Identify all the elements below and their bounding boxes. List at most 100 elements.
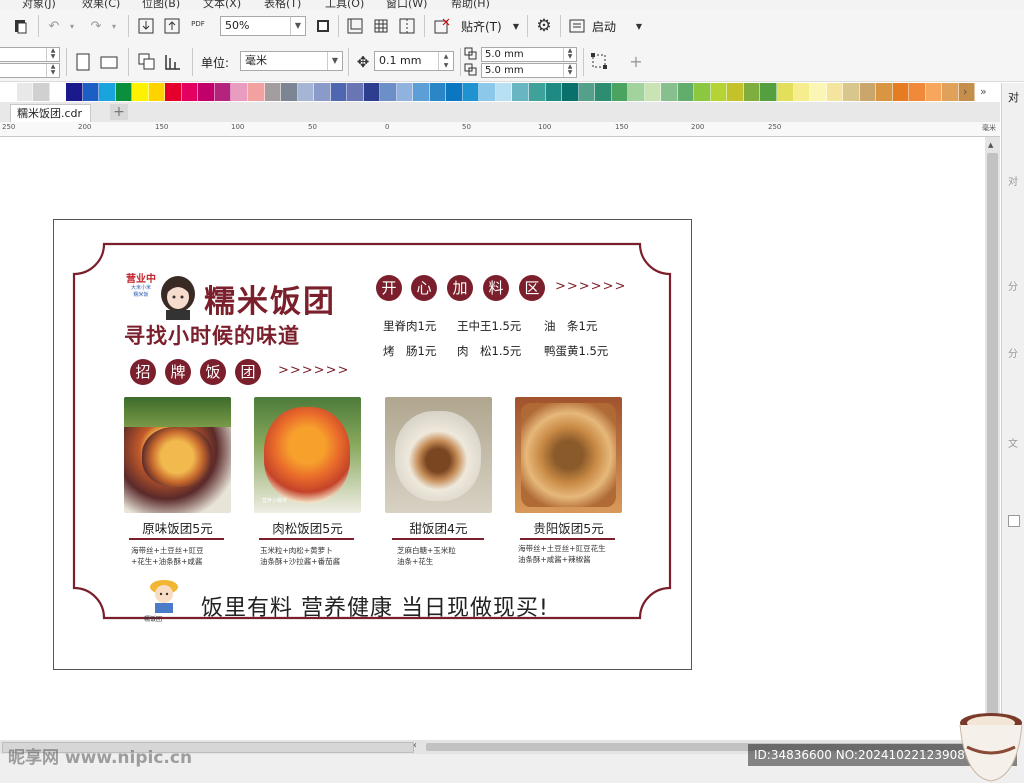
zoom-level-combo[interactable]: 50% ▼ [220,16,306,36]
color-swatch[interactable] [743,83,761,101]
color-swatch[interactable] [495,83,513,101]
spin-arrows-icon[interactable]: ▲ ▼ [46,48,59,61]
treat-as-filled-icon[interactable] [589,51,609,71]
duplicate-distance-x-input[interactable]: 5.0 mm ▲ ▼ [481,47,577,62]
menu-item-window[interactable]: 窗口(W) [386,0,427,10]
current-page-icon[interactable] [163,52,183,72]
page-height-input[interactable]: ▲ ▼ [0,63,60,78]
color-swatch[interactable] [512,83,529,101]
color-swatch[interactable] [148,83,166,101]
color-swatch[interactable] [132,83,149,101]
design-page[interactable]: 营业中 大米小米 糯米饭 糯米饭团 寻找小时候的味道 招 牌 饭 团 >>>>>… [53,219,692,670]
color-swatch[interactable] [810,83,827,101]
paste-icon[interactable] [10,16,30,36]
color-swatch[interactable] [396,83,414,101]
show-rulers-icon[interactable] [345,16,365,36]
palette-expand-icon[interactable]: » [980,85,987,98]
palette-scroll-right-icon[interactable]: › [963,85,967,98]
full-screen-icon[interactable] [313,16,333,36]
color-palette[interactable] [0,83,976,101]
color-swatch[interactable] [181,83,199,101]
color-swatch[interactable] [628,83,645,101]
menu-item-object[interactable]: 对象(J) [22,0,56,10]
chevron-down-icon[interactable]: ▼ [327,52,342,70]
page-width-input[interactable]: ▲ ▼ [0,47,60,62]
show-grid-icon[interactable] [371,16,391,36]
landscape-icon[interactable] [99,52,119,72]
color-swatch[interactable] [380,83,397,101]
color-swatch[interactable] [479,83,496,101]
color-swatch[interactable] [16,83,34,101]
export-icon[interactable] [162,16,182,36]
color-swatch[interactable] [66,83,83,101]
color-swatch[interactable] [644,83,662,101]
all-pages-icon[interactable] [137,52,157,72]
color-swatch[interactable] [49,83,67,101]
snap-to-label[interactable]: 贴齐(T) [461,18,502,35]
redo-dropdown-icon[interactable]: ▾ [104,16,124,36]
color-swatch[interactable] [562,83,579,101]
color-swatch[interactable] [595,83,612,101]
spin-arrows-icon[interactable]: ▲ ▼ [46,64,59,77]
horizontal-ruler[interactable]: 250 200 150 100 50 0 50 100 150 200 250 毫米 [0,122,1000,137]
color-swatch[interactable] [297,83,315,101]
color-swatch[interactable] [677,83,695,101]
launch-icon[interactable] [567,16,587,36]
undo-dropdown-icon[interactable]: ▾ [62,16,82,36]
menu-item-table[interactable]: 表格(T) [264,0,301,10]
docker-tab-label[interactable]: 对 [1008,89,1019,105]
color-swatch[interactable] [611,83,629,101]
color-swatch[interactable] [843,83,860,101]
color-swatch[interactable] [115,83,133,101]
menu-item-help[interactable]: 帮助(H) [451,0,490,10]
redo-icon[interactable]: ↷ [86,16,106,36]
docker-checkbox[interactable] [1008,515,1020,527]
import-icon[interactable] [136,16,156,36]
color-swatch[interactable] [694,83,711,101]
color-swatch[interactable] [876,83,893,101]
scroll-up-icon[interactable]: ▲ [988,141,993,149]
scroll-left-icon[interactable]: ‹ [413,740,417,751]
color-swatch[interactable] [859,83,877,101]
color-swatch[interactable] [545,83,563,101]
vertical-scroll-thumb[interactable] [987,153,998,733]
color-swatch[interactable] [710,83,728,101]
menu-item-bitmap[interactable]: 位图(B) [142,0,180,10]
color-swatch[interactable] [281,83,298,101]
color-swatch[interactable] [214,83,232,101]
color-swatch[interactable] [925,83,943,101]
snap-off-icon[interactable] [432,16,452,36]
duplicate-distance-y-input[interactable]: 5.0 mm ▲ ▼ [481,63,577,78]
color-swatch[interactable] [247,83,265,101]
color-swatch[interactable] [446,83,463,101]
color-swatch[interactable] [0,83,17,101]
spin-arrows-icon[interactable]: ▲ ▼ [563,64,576,77]
color-swatch[interactable] [529,83,546,101]
spin-arrows-icon[interactable]: ▲ ▼ [563,48,576,61]
color-swatch[interactable] [165,83,182,101]
color-swatch[interactable] [33,83,50,101]
color-swatch[interactable] [661,83,678,101]
portrait-icon[interactable] [73,52,93,72]
color-swatch[interactable] [909,83,926,101]
tab-document[interactable]: 糯米饭团.cdr [10,104,92,123]
color-swatch[interactable] [330,83,348,101]
units-select[interactable]: 毫米 ▼ [240,51,343,71]
color-swatch[interactable] [462,83,480,101]
color-swatch[interactable] [942,83,959,101]
color-swatch[interactable] [231,83,248,101]
vertical-scrollbar[interactable]: ▲ [985,137,1000,740]
launch-dropdown-icon[interactable]: ▼ [629,16,649,36]
chevron-down-icon[interactable]: ▼ [290,17,305,35]
color-swatch[interactable] [429,83,447,101]
color-swatch[interactable] [892,83,910,101]
color-swatch[interactable] [826,83,844,101]
launch-label[interactable]: 启动 [592,18,616,35]
spin-arrows-icon[interactable]: ▲ ▼ [438,52,453,70]
color-swatch[interactable] [776,83,794,101]
snap-dropdown-icon[interactable]: ▼ [506,16,526,36]
color-swatch[interactable] [82,83,100,101]
color-swatch[interactable] [347,83,364,101]
publish-pdf-icon[interactable]: PDF [188,14,208,34]
show-guidelines-icon[interactable] [397,16,417,36]
